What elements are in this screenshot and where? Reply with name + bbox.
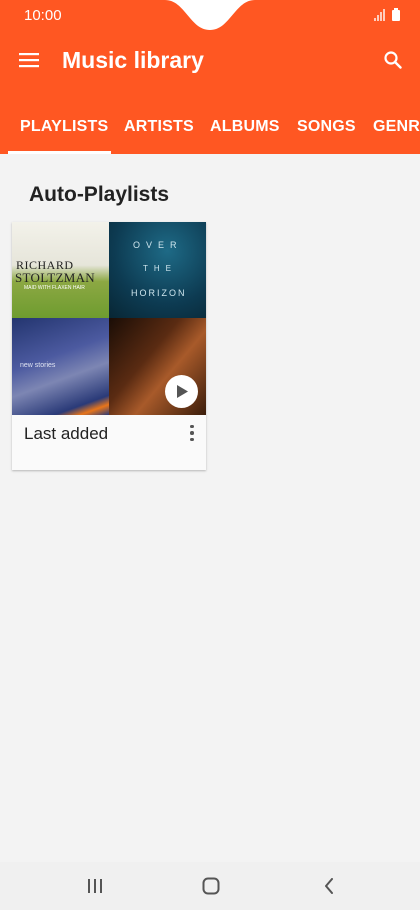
status-time: 10:00: [24, 7, 62, 24]
tab-bar: PLAYLISTS ARTISTS ALBUMS SONGS GENRES: [0, 106, 420, 154]
album-art-text: new stories: [20, 362, 56, 369]
back-icon: [325, 878, 333, 894]
tab-albums[interactable]: ALBUMS: [210, 118, 280, 136]
home-button[interactable]: [196, 874, 226, 898]
recents-button[interactable]: [80, 874, 110, 898]
album-art-text: HORIZON: [131, 288, 187, 298]
play-button[interactable]: [165, 375, 198, 408]
album-art-text: THE: [143, 264, 177, 273]
recents-icon: [88, 879, 102, 893]
active-tab-indicator: [8, 151, 111, 154]
back-button[interactable]: [314, 874, 344, 898]
status-icons: [374, 8, 400, 21]
section-title: Auto-Playlists: [29, 183, 170, 206]
more-options-button[interactable]: [184, 423, 200, 443]
album-art: RICHARD STOLTZMAN MAID WITH FLAXEN HAIR: [12, 222, 109, 318]
system-nav-bar: [0, 862, 420, 910]
more-vert-icon: [190, 431, 194, 435]
more-vert-icon: [190, 437, 194, 442]
status-bar: 10:00: [0, 0, 420, 31]
camera-notch: [165, 0, 255, 30]
battery-icon: [392, 8, 400, 21]
album-art-text: OVER: [133, 240, 183, 250]
search-button[interactable]: [378, 45, 408, 75]
search-icon: [384, 51, 402, 69]
menu-icon: [19, 53, 39, 68]
menu-button[interactable]: [14, 45, 44, 75]
playlist-card[interactable]: RICHARD STOLTZMAN MAID WITH FLAXEN HAIR …: [12, 222, 206, 470]
signal-icon: [374, 9, 385, 21]
app-bar: Music library PLAYLISTS ARTISTS ALBUMS S…: [0, 31, 420, 154]
tab-genres[interactable]: GENRES: [373, 118, 420, 136]
album-art: OVER THE HORIZON: [109, 222, 206, 318]
more-vert-icon: [190, 424, 194, 429]
album-art: new stories: [12, 318, 109, 415]
play-icon: [176, 385, 188, 398]
app-title: Music library: [62, 47, 204, 73]
album-art-text: STOLTZMAN: [15, 270, 95, 285]
tab-playlists[interactable]: PLAYLISTS: [20, 118, 108, 136]
playlist-title: Last added: [24, 424, 109, 443]
album-art-text: MAID WITH FLAXEN HAIR: [24, 285, 85, 291]
tab-artists[interactable]: ARTISTS: [124, 118, 194, 136]
tab-songs[interactable]: SONGS: [297, 118, 356, 136]
home-icon: [202, 877, 220, 895]
